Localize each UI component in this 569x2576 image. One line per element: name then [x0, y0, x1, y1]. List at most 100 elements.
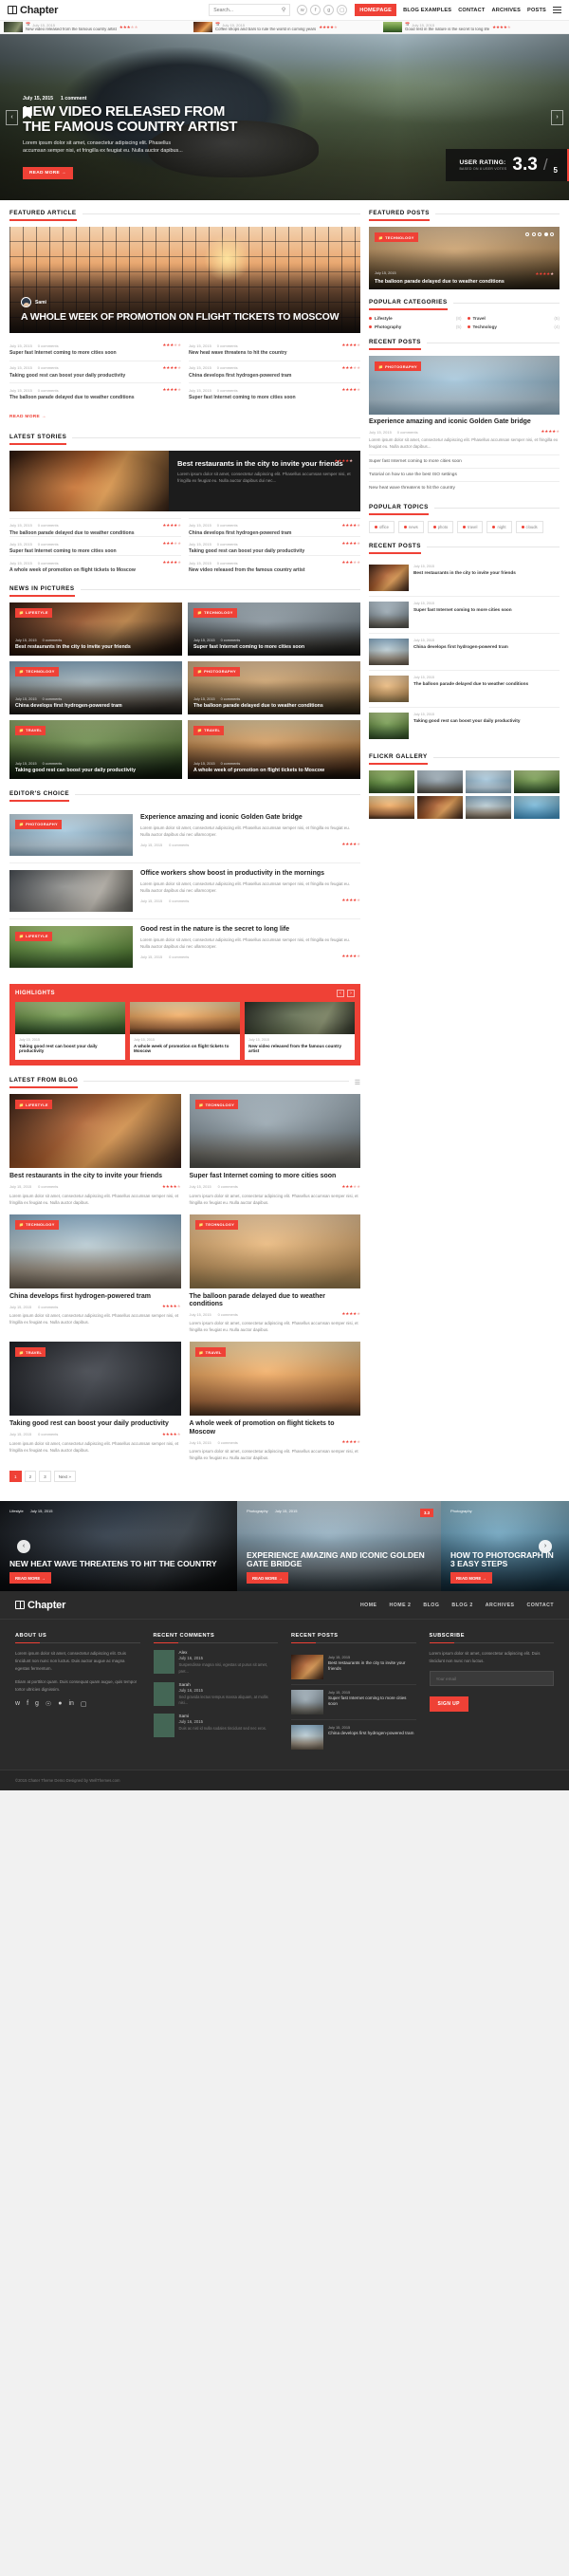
story-title[interactable]: Super fast Internet coming to more citie…: [9, 548, 181, 555]
featured-read-more-link[interactable]: READ MORE →: [9, 410, 46, 419]
footer-logo[interactable]: Chapter: [15, 1600, 65, 1611]
flickr-image[interactable]: [417, 796, 463, 820]
recent-post-list-item[interactable]: July 15, 2015 China develops first hydro…: [369, 634, 560, 672]
editors-choice-row[interactable]: 📁 LIFESTYLE Good rest in the nature is th…: [9, 919, 360, 974]
footer-nav-blog-2[interactable]: BLOG 2: [451, 1603, 472, 1608]
category-tag[interactable]: 📁 TRAVEL: [193, 725, 225, 735]
tag-chip[interactable]: photo: [427, 521, 454, 534]
editors-choice-row[interactable]: 📁 PHOTOGRAPHY Experience amazing and icon…: [9, 807, 360, 863]
ticker-title[interactable]: New video released from the famous count…: [26, 28, 117, 32]
item-title[interactable]: The balloon parade delayed due to weathe…: [413, 681, 560, 687]
hamburger-icon[interactable]: [553, 7, 561, 13]
flickr-image[interactable]: [514, 770, 560, 794]
blog-post-card[interactable]: 📁 LIFESTYLE Best restaurants in the city …: [9, 1094, 181, 1205]
footer-nav-contact[interactable]: CONTACT: [527, 1603, 554, 1608]
story-title[interactable]: A whole week of promotion on flight tick…: [9, 567, 181, 574]
card-title[interactable]: A whole week of promotion on flight tick…: [193, 768, 355, 773]
recent-post-list-item[interactable]: July 15, 2015 Best restaurants in the ci…: [369, 560, 560, 598]
card-title[interactable]: China develops first hydrogen-powered tr…: [15, 703, 176, 709]
ticker-item[interactable]: 📅 July 15, 2015 Coffee shops and bars to…: [190, 22, 379, 32]
slide-title[interactable]: NEW HEAT WAVE THREATENS TO HIT THE COUNT…: [9, 1559, 228, 1568]
highlights-prev-button[interactable]: ‹: [337, 989, 344, 997]
card-title[interactable]: The balloon parade delayed due to weathe…: [375, 279, 554, 285]
tag-chip[interactable]: travel: [457, 521, 484, 534]
blog-post-title[interactable]: Taking good rest can boost your daily pr…: [9, 1420, 181, 1428]
ticker-title[interactable]: Coffee shops and bars to rule the world …: [215, 28, 316, 32]
nav-blog-examples[interactable]: BLOG EXAMPLES: [403, 8, 451, 13]
blog-post-card[interactable]: 📁 TECHNOLOGY The balloon parade delayed d…: [189, 1214, 361, 1334]
latest-story-item[interactable]: July 15, 2015 0 comments ★★★★★ A whole w…: [9, 555, 181, 574]
facebook-icon[interactable]: f: [27, 1700, 28, 1708]
slide-title[interactable]: EXPERIENCE AMAZING AND ICONIC GOLDEN GAT…: [247, 1550, 431, 1569]
mini-title[interactable]: Super fast Internet coming to more citie…: [189, 395, 360, 401]
highlight-card[interactable]: July 15, 2015 Taking good rest can boost…: [15, 1001, 125, 1061]
mini-post[interactable]: July 15, 2015 0 comments ★★★★★ Taking go…: [9, 361, 181, 384]
recent-post-list-item[interactable]: July 15, 2015 Super fast Internet coming…: [369, 597, 560, 635]
mini-post[interactable]: July 15, 2015 0 comments ★★★★★ Super fas…: [9, 339, 181, 361]
search-input[interactable]: [213, 7, 280, 13]
bottom-slider-next-button[interactable]: ›: [539, 1539, 552, 1553]
category-tag[interactable]: 📁 TECHNOLOGY: [15, 1219, 59, 1230]
dot[interactable]: [538, 232, 541, 236]
featured-article-card[interactable]: Sami A WHOLE WEEK OF PROMOTION ON FLIGHT…: [9, 227, 360, 333]
mini-post[interactable]: July 15, 2015 0 comments ★★★★★ Super fas…: [189, 383, 360, 405]
footer-nav-home-2[interactable]: HOME 2: [390, 1603, 412, 1608]
flickr-image[interactable]: [514, 796, 560, 820]
blog-post-title[interactable]: China develops first hydrogen-powered tr…: [9, 1293, 181, 1301]
dot[interactable]: [525, 232, 529, 236]
mini-title[interactable]: Super fast Internet coming to more citie…: [9, 350, 181, 357]
latest-story-item[interactable]: July 15, 2015 0 comments ★★★★★ China dev…: [189, 517, 360, 537]
category-tag[interactable]: 📁 LIFESTYLE: [15, 607, 52, 618]
category-item-travel[interactable]: Travel (5): [467, 316, 560, 321]
page-next-button[interactable]: Next »: [53, 1471, 76, 1483]
flickr-image[interactable]: [417, 770, 463, 794]
flickr-image[interactable]: [369, 796, 414, 820]
category-item-lifestyle[interactable]: Lifestyle (8): [369, 316, 462, 321]
blog-post-title[interactable]: A whole week of promotion on flight tick…: [190, 1420, 361, 1436]
search-box[interactable]: ⚲: [209, 4, 291, 16]
category-tag[interactable]: 📁 TRAVEL: [15, 1347, 46, 1358]
hero-prev-button[interactable]: ‹: [6, 109, 18, 125]
category-tag[interactable]: 📁 TECHNOLOGY: [375, 232, 418, 242]
category-tag[interactable]: 📁 LIFESTYLE: [15, 931, 52, 941]
news-picture-card[interactable]: 📁 TECHNOLOGY July 15, 2015 0 comments Sup…: [188, 602, 360, 656]
ticker-title[interactable]: Good rest in the nature is the secret to…: [405, 28, 489, 32]
news-picture-card[interactable]: 📁 LIFESTYLE July 15, 2015 0 comments Best…: [9, 602, 182, 656]
list-icon[interactable]: ☰: [355, 1079, 360, 1086]
facebook-icon[interactable]: f: [310, 5, 321, 15]
blog-post-title[interactable]: The balloon parade delayed due to weathe…: [190, 1293, 361, 1309]
footer-comment-item[interactable]: Sarah July 16, 2015 Sed gravida lectus t…: [153, 1681, 279, 1706]
category-tag[interactable]: 📁 TECHNOLOGY: [194, 1100, 239, 1110]
recent-post-title[interactable]: Experience amazing and iconic Golden Gat…: [369, 418, 560, 426]
recent-post-link[interactable]: Super fast Internet coming to more citie…: [369, 454, 560, 468]
news-picture-card[interactable]: 📁 PHOTOGRAPHY July 15, 2015 0 comments Th…: [188, 660, 360, 714]
tag-chip[interactable]: news: [397, 521, 424, 534]
category-tag[interactable]: 📁 TRAVEL: [15, 725, 46, 735]
story-title[interactable]: New video released from the famous count…: [189, 567, 360, 574]
category-tag[interactable]: 📁 PHOTOGRAPHY: [15, 819, 62, 829]
nav-contact[interactable]: CONTACT: [458, 8, 485, 13]
latest-story-item[interactable]: July 15, 2015 0 comments ★★★★★ New video…: [189, 555, 360, 574]
card-title[interactable]: Best restaurants in the city to invite y…: [15, 644, 176, 650]
footer-recent-post-item[interactable]: July 15, 2015 China develops first hydro…: [291, 1720, 416, 1754]
bottom-slider-prev-button[interactable]: ‹: [17, 1539, 30, 1553]
dot[interactable]: [531, 232, 536, 236]
editors-choice-title[interactable]: Experience amazing and iconic Golden Gat…: [140, 814, 360, 822]
instagram-icon[interactable]: ▢: [81, 1700, 87, 1708]
category-tag[interactable]: 📁 PHOTOGRAPHY: [193, 666, 240, 676]
latest-story-item[interactable]: July 15, 2015 0 comments ★★★★★ Taking go…: [189, 536, 360, 555]
flickr-image[interactable]: [466, 796, 511, 820]
dribbble-icon[interactable]: ●: [58, 1700, 62, 1708]
card-title[interactable]: The balloon parade delayed due to weathe…: [193, 703, 355, 709]
post-title[interactable]: Super fast Internet coming to more citie…: [328, 1696, 416, 1707]
post-title[interactable]: Best restaurants in the city to invite y…: [328, 1660, 416, 1672]
category-item-technology[interactable]: Technology (4): [467, 324, 560, 329]
hero-title[interactable]: NEW VIDEO RELEASED FROM THE FAMOUS COUNT…: [23, 104, 255, 135]
blog-post-card[interactable]: 📁 TRAVEL Taking good rest can boost your …: [9, 1342, 181, 1461]
editors-choice-title[interactable]: Office workers show boost in productivit…: [140, 870, 360, 878]
item-title[interactable]: Super fast Internet coming to more citie…: [413, 607, 560, 613]
item-title[interactable]: China develops first hydrogen-powered tr…: [413, 644, 560, 650]
highlights-next-button[interactable]: ›: [347, 989, 355, 997]
mini-post[interactable]: July 15, 2015 0 comments ★★★★★ China dev…: [189, 361, 360, 384]
tag-chip[interactable]: clouds: [515, 521, 543, 534]
